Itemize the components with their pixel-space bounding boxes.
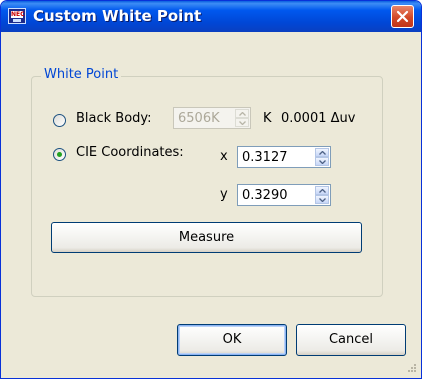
- black-body-temperature-spinner[interactable]: 6506K: [173, 107, 251, 129]
- black-body-temperature-value: 6506K: [178, 111, 220, 126]
- y-label: y: [220, 187, 228, 202]
- x-coordinate-value: 0.3127: [242, 150, 288, 165]
- group-title: White Point: [41, 67, 122, 82]
- black-body-radio[interactable]: [53, 114, 66, 127]
- resize-grip-icon[interactable]: [403, 361, 417, 375]
- chevron-up-icon: [319, 189, 326, 193]
- monitor-icon: NEC: [8, 8, 26, 24]
- black-body-label[interactable]: Black Body:: [76, 111, 152, 126]
- title-bar[interactable]: NEC Custom White Point: [1, 1, 421, 32]
- y-up-button[interactable]: [315, 186, 329, 195]
- x-down-button[interactable]: [315, 157, 329, 166]
- close-button[interactable]: [391, 5, 414, 28]
- close-icon: [396, 10, 409, 23]
- cie-coordinates-label[interactable]: CIE Coordinates:: [76, 145, 184, 160]
- kelvin-unit-label: K: [263, 111, 272, 126]
- x-coordinate-spinner[interactable]: 0.3127: [237, 146, 331, 168]
- cancel-button[interactable]: Cancel: [296, 324, 406, 356]
- chevron-down-icon: [239, 121, 246, 125]
- black-body-up-button[interactable]: [235, 109, 249, 118]
- black-body-down-button[interactable]: [235, 118, 249, 127]
- x-label: x: [220, 149, 228, 164]
- chevron-up-icon: [239, 112, 246, 116]
- y-coordinate-value: 0.3290: [242, 188, 288, 203]
- chevron-down-icon: [319, 198, 326, 202]
- delta-uv-label: 0.0001 Δuv: [281, 111, 356, 126]
- y-down-button[interactable]: [315, 195, 329, 204]
- custom-white-point-dialog: NEC Custom White Point White Point Black…: [0, 0, 422, 379]
- chevron-up-icon: [319, 151, 326, 155]
- chevron-down-icon: [319, 160, 326, 164]
- measure-button[interactable]: Measure: [51, 222, 362, 253]
- window-title: Custom White Point: [33, 7, 202, 25]
- x-up-button[interactable]: [315, 148, 329, 157]
- ok-button[interactable]: OK: [177, 324, 287, 356]
- y-coordinate-spinner[interactable]: 0.3290: [237, 184, 331, 206]
- cie-coordinates-radio[interactable]: [53, 148, 66, 161]
